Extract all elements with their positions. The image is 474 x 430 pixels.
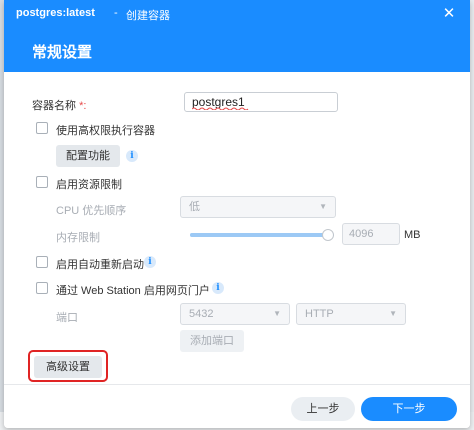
add-port-button[interactable]: 添加端口 bbox=[180, 330, 244, 352]
window-title-separator: - bbox=[114, 7, 118, 19]
close-icon[interactable]: ✕ bbox=[440, 5, 458, 23]
memory-limit-label: 内存限制 bbox=[56, 232, 100, 244]
cpu-priority-select[interactable]: 低 ▼ bbox=[180, 196, 336, 218]
cpu-priority-value: 低 bbox=[189, 201, 200, 213]
memory-slider-thumb[interactable] bbox=[322, 229, 334, 241]
chevron-down-icon: ▼ bbox=[319, 202, 327, 211]
port-label: 端口 bbox=[56, 312, 78, 324]
resource-limit-checkbox[interactable] bbox=[36, 176, 48, 188]
section-title: 常规设置 bbox=[32, 44, 93, 61]
highlight-annotation-box bbox=[28, 350, 108, 382]
memory-limit-value: 4096 bbox=[349, 228, 374, 240]
memory-limit-slider[interactable] bbox=[190, 229, 334, 241]
resource-limit-label: 启用资源限制 bbox=[56, 179, 122, 191]
container-name-input[interactable]: postgres1 bbox=[184, 92, 338, 112]
spellcheck-underline bbox=[192, 107, 249, 110]
dialog-header: postgres:latest - 创建容器 ✕ 常规设置 bbox=[4, 0, 470, 72]
required-mark: *: bbox=[79, 100, 87, 112]
protocol-value: HTTP bbox=[305, 308, 334, 320]
chevron-down-icon: ▼ bbox=[273, 309, 281, 318]
previous-step-button[interactable]: 上一步 bbox=[291, 397, 355, 421]
memory-unit-label: MB bbox=[404, 229, 421, 241]
info-icon[interactable]: i bbox=[126, 150, 138, 162]
create-container-dialog: postgres:latest - 创建容器 ✕ 常规设置 容器名称 *: po… bbox=[4, 0, 470, 428]
window-title: postgres:latest bbox=[16, 7, 95, 19]
port-select[interactable]: 5432 ▼ bbox=[180, 303, 290, 325]
info-icon[interactable]: i bbox=[212, 282, 224, 294]
auto-restart-label: 启用自动重新启动 bbox=[56, 259, 144, 271]
memory-limit-input[interactable]: 4096 bbox=[342, 223, 400, 245]
auto-restart-checkbox[interactable] bbox=[36, 256, 48, 268]
high-privilege-label: 使用高权限执行容器 bbox=[56, 125, 155, 137]
configure-features-button[interactable]: 配置功能 bbox=[56, 145, 120, 167]
next-step-button[interactable]: 下一步 bbox=[361, 397, 457, 421]
info-icon[interactable]: i bbox=[144, 256, 156, 268]
cpu-priority-label: CPU 优先顺序 bbox=[56, 205, 127, 217]
web-station-checkbox[interactable] bbox=[36, 282, 48, 294]
web-station-label: 通过 Web Station 启用网页门户 bbox=[56, 285, 210, 297]
port-value: 5432 bbox=[189, 308, 214, 320]
container-name-label: 容器名称 *: bbox=[32, 100, 87, 112]
memory-slider-fill bbox=[190, 233, 334, 237]
window-subtitle: 创建容器 bbox=[126, 10, 170, 22]
chevron-down-icon: ▼ bbox=[389, 309, 397, 318]
protocol-select[interactable]: HTTP ▼ bbox=[296, 303, 406, 325]
high-privilege-checkbox[interactable] bbox=[36, 122, 48, 134]
